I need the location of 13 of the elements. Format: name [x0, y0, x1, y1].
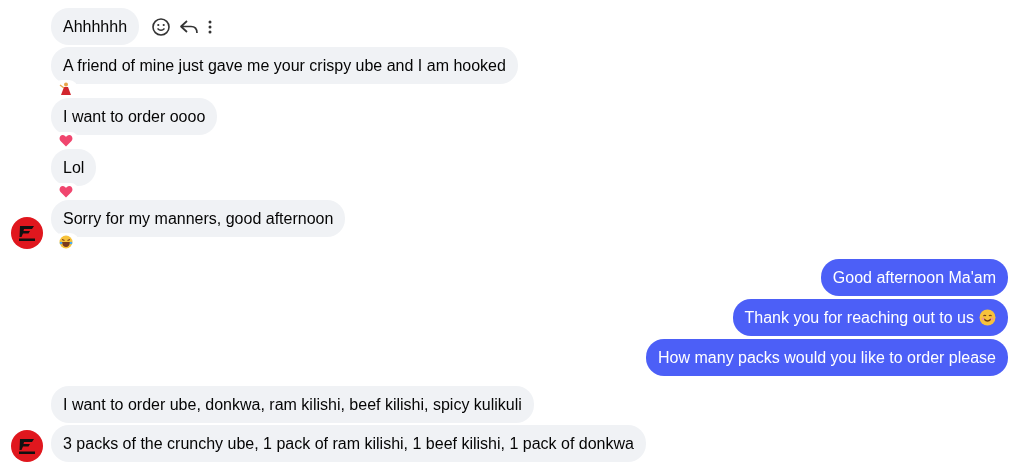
message-bubble: 3 packs of the crunchy ube, 1 pack of ram kilishi, 1 beef kilishi, 1 pack of donkwa	[51, 425, 646, 462]
message-bubble: How many packs would you like to order please	[646, 339, 1008, 376]
dancer-icon	[59, 82, 72, 96]
message-bubble: I want to order ube, donkwa, ram kilishi, beef kilishi, spicy kulikuli	[51, 386, 534, 423]
heart-icon	[59, 134, 73, 147]
heart-icon	[59, 185, 73, 198]
more-icon[interactable]	[207, 18, 214, 35]
reply-icon[interactable]	[179, 17, 200, 36]
message-text: Thank you for reaching out to us	[744, 308, 974, 327]
laughing-face-icon	[59, 235, 73, 249]
message-bubble: Good afternoon Ma'am	[820, 259, 1008, 296]
emoji-icon[interactable]	[151, 16, 172, 37]
message-bubble: Ahhhhhh	[51, 8, 140, 45]
